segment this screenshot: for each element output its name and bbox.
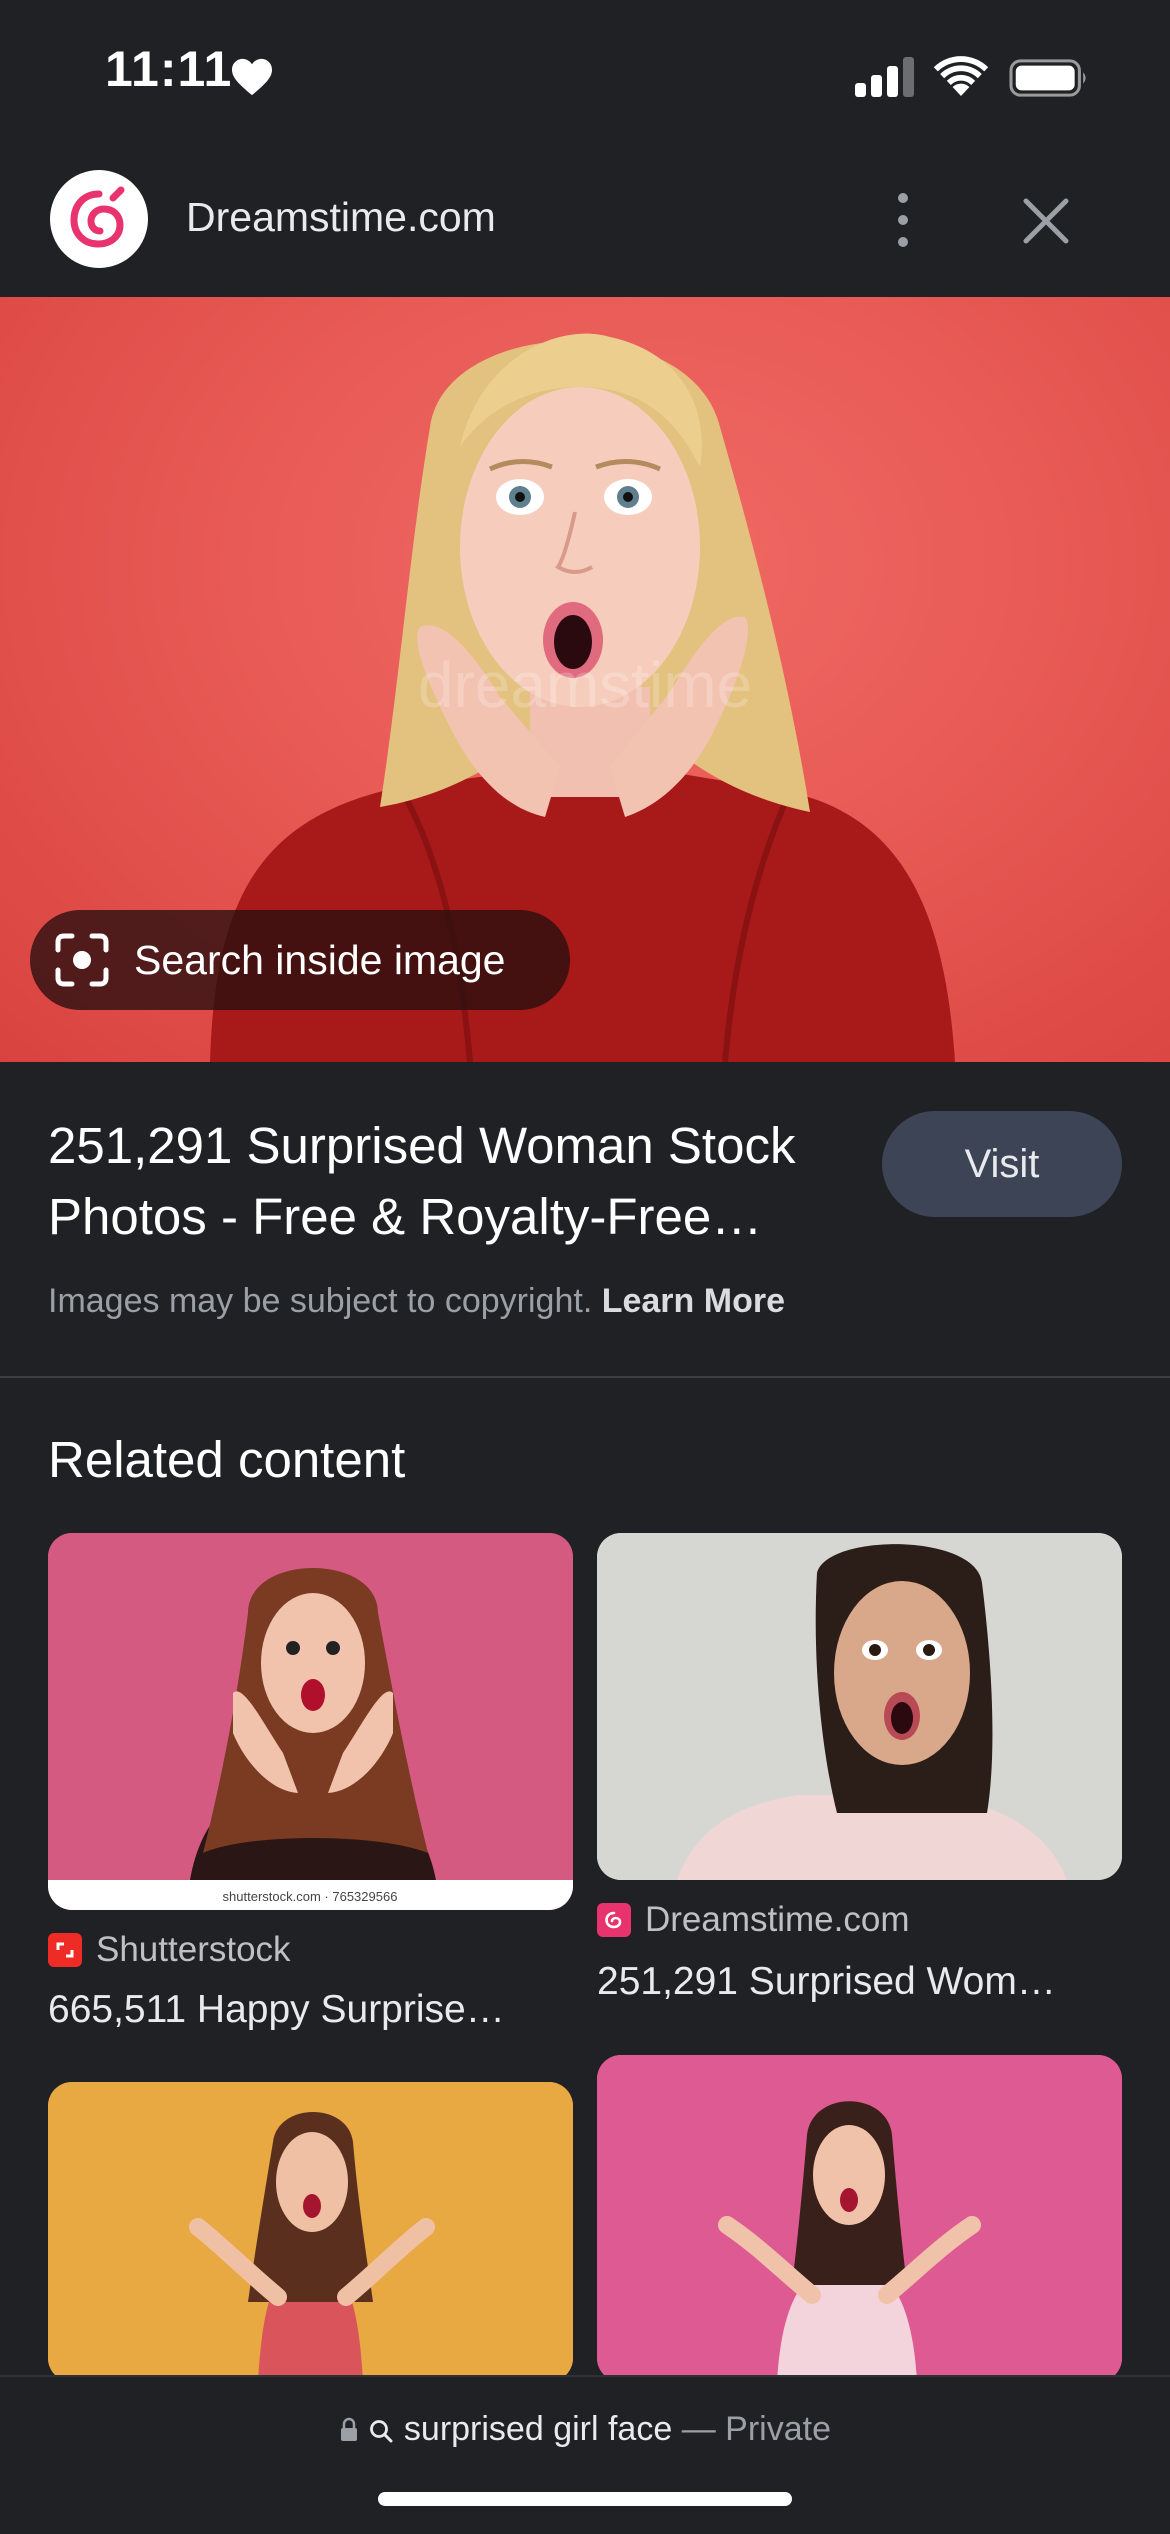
status-time: 11:11 bbox=[105, 41, 233, 97]
google-lens-icon bbox=[55, 933, 109, 987]
learn-more-link[interactable]: Learn More bbox=[602, 1282, 785, 1320]
heart-icon bbox=[232, 58, 272, 96]
home-indicator[interactable] bbox=[378, 2492, 792, 2506]
site-name: Dreamstime.com bbox=[186, 194, 496, 240]
section-divider bbox=[0, 1376, 1170, 1378]
excited-woman-orange-photo bbox=[48, 2082, 573, 2382]
dreamstime-logo bbox=[50, 170, 148, 268]
search-inside-image-button[interactable]: Search inside image bbox=[30, 910, 570, 1010]
result-title[interactable]: 251,291 Surprised Woman Stock Photos - F… bbox=[48, 1110, 878, 1252]
close-icon[interactable] bbox=[1018, 193, 1074, 249]
svg-text:dreamstime: dreamstime bbox=[418, 649, 752, 721]
related-image-shutterstock[interactable]: shutterstock.com · 765329566 bbox=[48, 1533, 573, 1910]
search-inside-image-label: Search inside image bbox=[134, 936, 506, 983]
related-image-3[interactable] bbox=[48, 2082, 573, 2382]
copyright-text: Images may be subject to copyright. bbox=[48, 1282, 593, 1320]
shutterstock-watermark: shutterstock.com · 765329566 bbox=[223, 1889, 398, 1904]
related-source-shutterstock: Shutterstock bbox=[48, 1930, 291, 1970]
battery-icon bbox=[1009, 59, 1086, 97]
visit-button[interactable]: Visit bbox=[882, 1111, 1122, 1217]
more-options-icon[interactable] bbox=[875, 188, 931, 252]
related-title[interactable]: 665,511 Happy Surprise… bbox=[48, 1988, 573, 2032]
related-content-heading: Related content bbox=[48, 1431, 406, 1488]
address-bar[interactable]: surprised girl face — Private bbox=[0, 2410, 1170, 2449]
copyright-note: Images may be subject to copyright. Lear… bbox=[48, 1282, 785, 1321]
search-icon bbox=[370, 2420, 393, 2443]
related-source-label: Shutterstock bbox=[96, 1930, 291, 1969]
wifi-icon bbox=[933, 56, 989, 96]
private-mode-label: Private bbox=[725, 2410, 831, 2448]
dreamstime-logo-icon bbox=[70, 186, 125, 248]
cellular-signal-icon bbox=[855, 57, 914, 97]
excited-woman-pink-photo bbox=[597, 2055, 1122, 2382]
dreamstime-favicon-icon bbox=[597, 1903, 631, 1937]
shutterstock-favicon-icon bbox=[48, 1933, 82, 1967]
happy-surprised-woman-photo: shutterstock.com · 765329566 bbox=[48, 1533, 573, 1910]
related-image-4[interactable] bbox=[597, 2055, 1122, 2382]
related-image-dreamstime[interactable] bbox=[597, 1533, 1122, 1880]
bottom-toolbar bbox=[0, 2375, 1170, 2534]
related-title[interactable]: 251,291 Surprised Wom… bbox=[597, 1960, 1122, 2004]
related-source-dreamstime: Dreamstime.com bbox=[597, 1900, 909, 1940]
lock-icon bbox=[341, 2417, 357, 2441]
search-query: surprised girl face bbox=[403, 2410, 673, 2448]
related-source-label: Dreamstime.com bbox=[645, 1900, 910, 1939]
shocked-woman-photo bbox=[597, 1533, 1122, 1880]
address-separator: — bbox=[681, 2410, 716, 2448]
